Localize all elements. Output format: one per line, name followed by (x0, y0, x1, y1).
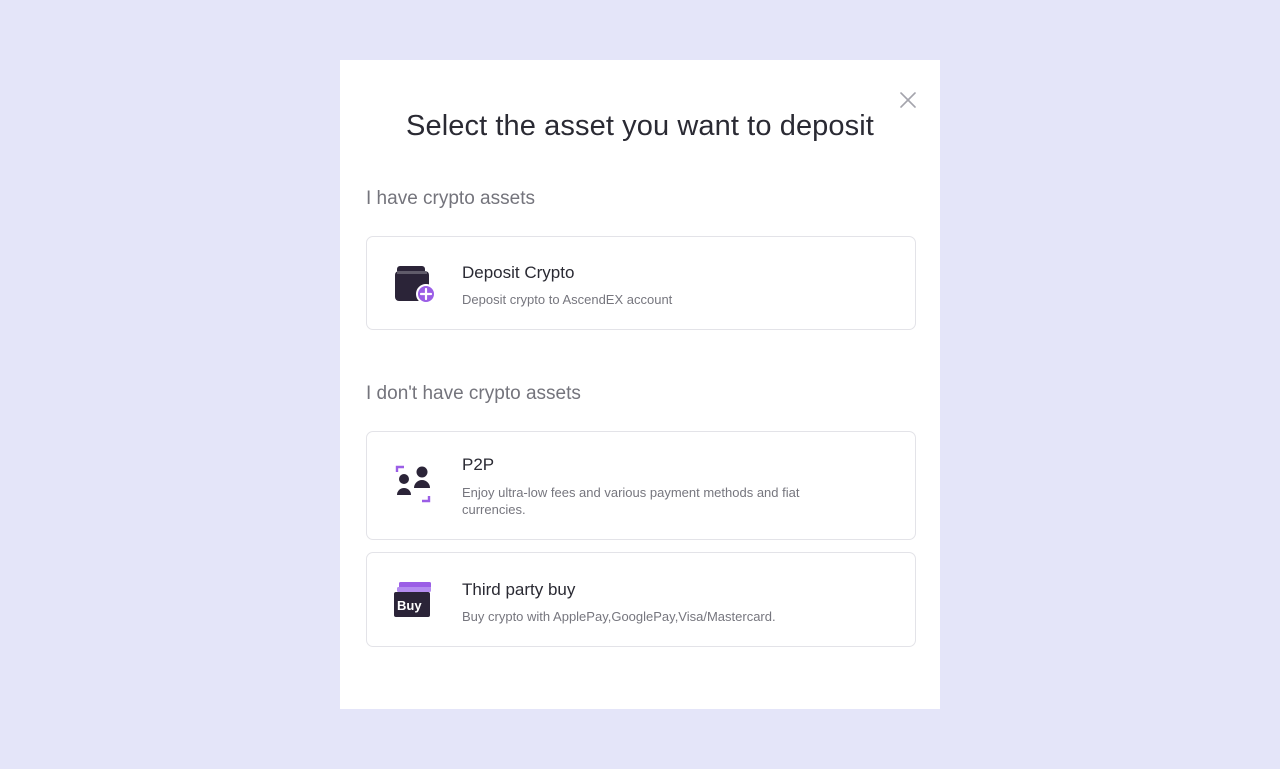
deposit-crypto-option[interactable]: Deposit Crypto Deposit crypto to AscendE… (366, 236, 916, 330)
close-icon (900, 92, 916, 108)
modal-title: Select the asset you want to deposit (406, 110, 874, 142)
p2p-users-icon (391, 462, 435, 506)
buy-cards-icon: Buy (391, 578, 435, 622)
p2p-description: Enjoy ultra-low fees and various payment… (462, 485, 800, 517)
p2p-option[interactable]: P2P Enjoy ultra-low fees and various pay… (366, 431, 916, 540)
section-label-have-crypto: I have crypto assets (366, 188, 535, 209)
wallet-plus-icon (391, 262, 436, 306)
close-button[interactable] (898, 90, 918, 110)
deposit-modal: Select the asset you want to deposit I h… (340, 60, 940, 709)
deposit-crypto-title: Deposit Crypto (462, 263, 575, 282)
deposit-crypto-description: Deposit crypto to AscendEX account (462, 292, 673, 307)
third-party-buy-title: Third party buy (462, 580, 576, 599)
p2p-title: P2P (462, 455, 495, 474)
section-label-no-crypto: I don't have crypto assets (366, 383, 581, 404)
third-party-buy-option[interactable]: Buy Third party buy Buy crypto with Appl… (366, 552, 916, 647)
third-party-buy-description: Buy crypto with ApplePay,GooglePay,Visa/… (462, 609, 776, 624)
buy-icon-text: Buy (397, 598, 422, 613)
